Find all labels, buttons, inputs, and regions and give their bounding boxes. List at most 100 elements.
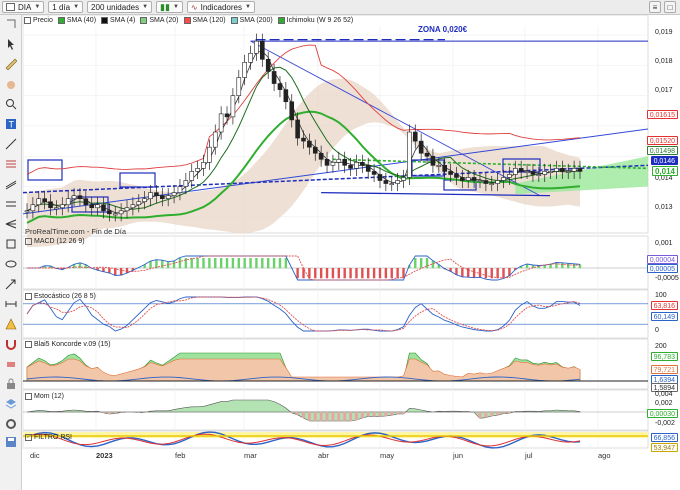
channel-icon[interactable] — [4, 177, 18, 191]
macd-bar — [178, 258, 182, 269]
macd-bar — [202, 258, 205, 269]
zoom-icon[interactable] — [4, 97, 18, 111]
candle — [83, 198, 89, 206]
macd-tag: 0,00004 — [646, 255, 678, 264]
macd-tag: 0,00005 — [646, 264, 678, 273]
mom-neg — [319, 412, 323, 421]
candle — [207, 146, 212, 163]
candlestick-icon: ▮▮ — [160, 1, 170, 12]
mom-neg — [349, 412, 353, 421]
toolbar: DIA ▼ 1 día ▼ 200 unidades ▼ ▮▮ ▼ ∿ Indi… — [0, 0, 680, 15]
lock-icon[interactable] — [4, 377, 18, 391]
text-tool-icon[interactable]: T — [4, 117, 18, 131]
save-template-icon[interactable] — [4, 435, 18, 449]
candle — [42, 198, 47, 203]
settings-icon[interactable] — [4, 417, 18, 431]
lines-icon[interactable] — [4, 197, 18, 211]
pitchfork-icon[interactable] — [4, 217, 18, 231]
legend-item[interactable]: SMA (200) — [230, 17, 273, 24]
candle — [324, 158, 330, 166]
maximize-icon[interactable]: □ — [664, 1, 676, 13]
measure-icon[interactable] — [4, 297, 18, 311]
source-label: ProRealTime.com - Fin de Día — [25, 227, 127, 236]
price-tick: 0,013 — [655, 204, 673, 211]
legend-item[interactable]: Precio — [24, 17, 53, 24]
units-selector[interactable]: 200 unidades ▼ — [87, 1, 153, 13]
legend-item[interactable]: SMA (4) — [101, 17, 135, 24]
macd-bar — [184, 258, 188, 269]
legend-item[interactable]: SMA (120) — [183, 17, 226, 24]
candle — [271, 71, 277, 84]
candle — [265, 59, 271, 72]
candle — [30, 204, 36, 212]
candle — [242, 62, 247, 78]
macd-bar — [361, 268, 364, 279]
candle — [560, 168, 565, 172]
macd-bar — [496, 268, 499, 279]
indicators-label: Indicadores — [200, 2, 242, 12]
price-tag-sma40: 0,014 — [651, 166, 678, 176]
expand-icon[interactable] — [4, 17, 18, 31]
candle — [348, 165, 353, 169]
macd-bar — [372, 268, 376, 279]
panel-swatch — [25, 238, 32, 245]
timeframe-selector[interactable]: 1 día ▼ — [48, 1, 84, 13]
ellipse-icon[interactable] — [4, 257, 18, 271]
macd-bar — [396, 268, 399, 279]
rsi-tag: 53,947 — [650, 443, 678, 452]
macd-tick: -0,0005 — [655, 275, 679, 282]
legend-item[interactable]: Ichimoku (W 9 26 52) — [277, 17, 353, 24]
panel-title-stochastic: Estocástico (26 8 5) — [25, 293, 96, 300]
candle — [218, 113, 224, 133]
chart-canvas — [22, 14, 649, 449]
candle — [312, 146, 318, 154]
candle — [277, 83, 283, 90]
fibonacci-icon[interactable] — [4, 157, 18, 171]
koncorde-tag: 96,783 — [650, 352, 678, 361]
mom-neg — [484, 412, 488, 418]
shape-icon[interactable] — [4, 237, 18, 251]
panel-frame — [22, 235, 649, 290]
mom-neg — [390, 412, 394, 416]
candle — [536, 174, 542, 176]
mom-neg — [354, 412, 358, 420]
arrow-icon[interactable] — [4, 277, 18, 291]
panel-swatch — [25, 341, 32, 348]
legend-item[interactable]: SMA (40) — [57, 17, 96, 24]
macd-bar — [278, 258, 282, 269]
chevron-down-icon: ▼ — [172, 4, 179, 10]
candle — [183, 180, 189, 187]
legend-swatch — [230, 17, 238, 24]
stoch-tag: 60,149 — [650, 312, 678, 321]
macd-bar — [214, 258, 217, 269]
chart-type-button[interactable]: ▮▮ ▼ — [156, 1, 183, 13]
candle — [107, 210, 112, 215]
candle — [571, 168, 577, 172]
macd-bar — [231, 258, 235, 269]
symbol-selector[interactable]: DIA ▼ — [2, 1, 45, 13]
candle — [412, 131, 418, 142]
cursor-icon[interactable] — [4, 37, 18, 51]
macd-bar — [308, 268, 311, 279]
trendline-icon[interactable] — [4, 137, 18, 151]
indicators-button[interactable]: ∿ Indicadores ▼ — [186, 1, 255, 13]
eraser-icon[interactable] — [4, 357, 18, 371]
macd-bar — [390, 268, 393, 279]
legend-label: SMA (120) — [192, 17, 226, 24]
candle — [460, 177, 465, 181]
mom-neg — [302, 412, 305, 418]
layers-icon[interactable] — [4, 397, 18, 411]
mom-neg — [490, 412, 494, 416]
candle — [230, 95, 236, 118]
macd-bar — [502, 268, 505, 279]
magnet-icon[interactable] — [4, 337, 18, 351]
macd-bar — [378, 268, 382, 279]
alert-icon[interactable] — [4, 317, 18, 331]
hand-icon[interactable] — [4, 77, 18, 91]
stoch-tick: 100 — [655, 292, 667, 299]
menu-icon[interactable]: ≡ — [649, 1, 661, 13]
candle — [495, 180, 500, 184]
legend-item[interactable]: SMA (20) — [140, 17, 179, 24]
ruler-icon[interactable] — [4, 57, 18, 71]
mom-tick: 0,002 — [655, 400, 673, 407]
